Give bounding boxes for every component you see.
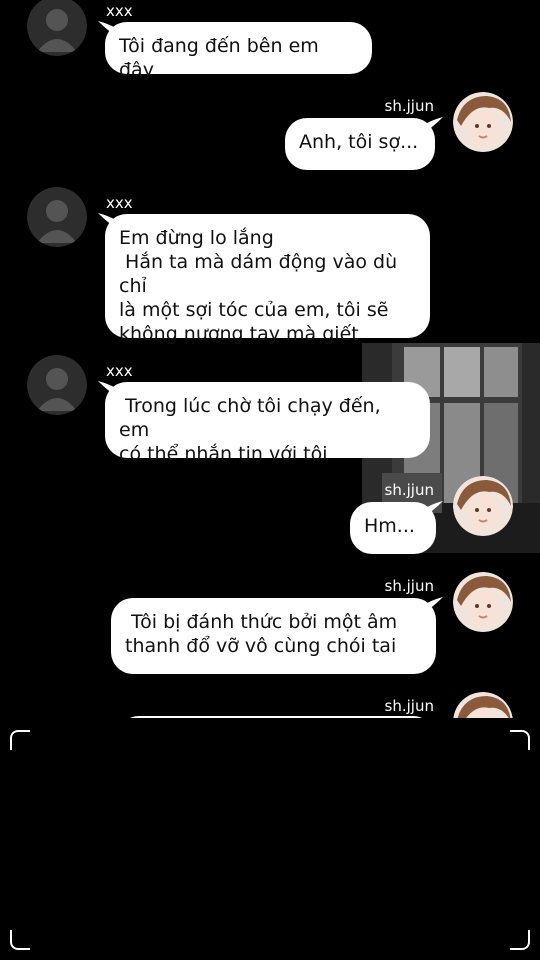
- message-bubble[interactable]: Tôi bị đánh thức bởi một âm thanh đổ vỡ …: [111, 598, 436, 674]
- user-avatar[interactable]: [453, 476, 513, 536]
- default-avatar-icon: [27, 355, 87, 415]
- frame-corner-top-right: [510, 730, 530, 750]
- message-bubble[interactable]: Em đừng lo lắng Hắn ta mà dám động vào d…: [105, 214, 430, 345]
- profile-photo-icon: [453, 572, 513, 632]
- default-avatar-icon: [27, 187, 87, 247]
- sender-name: sh.jjun: [384, 97, 434, 115]
- sender-name: xxx: [106, 362, 133, 380]
- profile-photo-icon: [453, 476, 513, 536]
- profile-photo-icon: [453, 92, 513, 152]
- frame-corner-bottom-right: [510, 930, 530, 950]
- message-bubble[interactable]: Anh, tôi sợ...: [285, 118, 435, 170]
- sender-name: xxx: [106, 2, 133, 20]
- message-bubble[interactable]: Hm...: [350, 502, 436, 554]
- contact-avatar[interactable]: [27, 187, 87, 247]
- sender-name: sh.jjun: [384, 577, 434, 595]
- user-avatar[interactable]: [453, 692, 513, 718]
- user-avatar[interactable]: [453, 92, 513, 152]
- sender-name: sh.jjun: [384, 697, 434, 715]
- contact-avatar[interactable]: [27, 355, 87, 415]
- frame-corner-bottom-left: [10, 930, 30, 950]
- contact-avatar[interactable]: [27, 0, 87, 56]
- profile-photo-icon: [453, 692, 513, 718]
- message-bubble[interactable]: Tôi đang đến bên em đây: [105, 22, 372, 81]
- user-avatar[interactable]: [453, 572, 513, 632]
- frame-corner-top-left: [10, 730, 30, 750]
- message-bubble[interactable]: Trong lúc chờ tôi chạy đến, em có thể nh…: [105, 382, 430, 465]
- chat-area[interactable]: xxx Tôi đang đến bên em đây sh.jjun Anh,…: [0, 0, 540, 718]
- default-avatar-icon: [27, 0, 87, 56]
- empty-input-area: [0, 718, 540, 960]
- sender-name: xxx: [106, 194, 133, 212]
- sender-name: sh.jjun: [384, 481, 434, 499]
